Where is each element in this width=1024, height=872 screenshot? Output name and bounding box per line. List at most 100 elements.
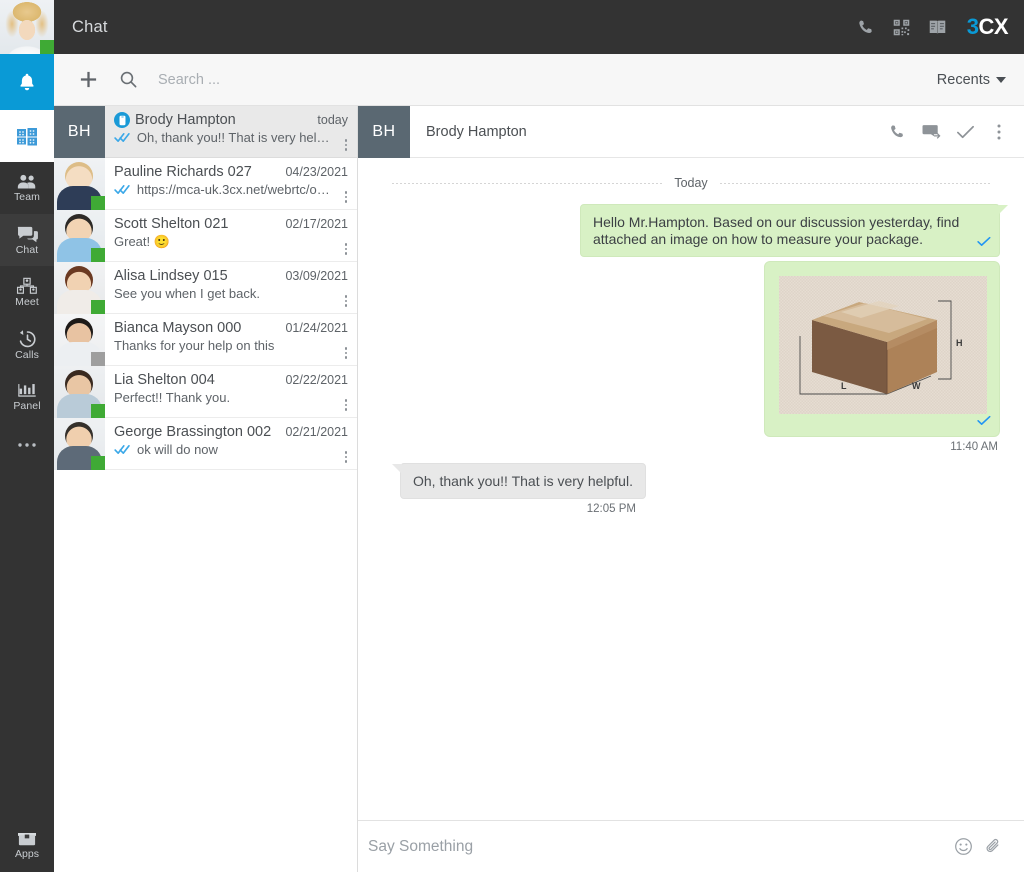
list-item-date: 02/17/2021 — [285, 217, 351, 231]
logo-prefix: 3 — [967, 14, 979, 40]
list-item[interactable]: Lia Shelton 004 02/22/2021 Perfect!! Tha… — [54, 366, 357, 418]
list-item-menu-button[interactable] — [339, 292, 353, 310]
conversation-actions — [882, 116, 1024, 148]
list-item-header: Scott Shelton 021 02/17/2021 — [114, 216, 351, 232]
presence-indicator — [91, 352, 105, 366]
avatar — [54, 210, 105, 262]
list-item[interactable]: George Brassington 002 02/21/2021 ok wil… — [54, 418, 357, 470]
message-image-bubble[interactable]: H L W — [764, 261, 1000, 437]
qr-glyph — [892, 18, 911, 37]
attach-icon[interactable] — [978, 832, 1008, 862]
list-item-menu-button[interactable] — [339, 396, 353, 414]
phone-icon[interactable] — [849, 10, 883, 44]
list-item[interactable]: Scott Shelton 021 02/17/2021 Great! 🙂 — [54, 210, 357, 262]
presence-indicator — [91, 196, 105, 210]
calls-icon — [17, 328, 38, 348]
list-item-preview: Oh, thank you!! That is very help... — [137, 130, 333, 145]
sidebar-item-calls[interactable]: Calls — [0, 318, 54, 370]
avatar — [54, 366, 105, 418]
list-item-menu-button[interactable] — [339, 240, 353, 258]
notifications-button[interactable] — [0, 54, 54, 110]
presence-indicator — [91, 300, 105, 314]
list-item-subtitle: Thanks for your help on this — [114, 338, 351, 353]
separator-line-right — [720, 183, 990, 184]
search-icon-button[interactable] — [108, 60, 148, 100]
message-row-outgoing: Hello Mr.Hampton. Based on our discussio… — [382, 204, 1000, 257]
message-thread[interactable]: Today Hello Mr.Hampton. Based on our dis… — [358, 158, 1024, 820]
presence-indicator — [91, 456, 105, 470]
list-item-menu-button[interactable] — [339, 136, 353, 154]
list-item-header: Alisa Lindsey 015 03/09/2021 — [114, 268, 351, 284]
list-item-menu-button[interactable] — [339, 344, 353, 362]
package-measurement-image: H L W — [779, 276, 987, 414]
phonebook-icon[interactable] — [921, 10, 955, 44]
list-item[interactable]: BH Brody Hampton today — [54, 106, 357, 158]
main-area: Chat — [54, 0, 1024, 872]
new-chat-button[interactable] — [68, 60, 108, 100]
resolve-check-icon[interactable] — [950, 116, 980, 148]
windows-button[interactable] — [0, 110, 54, 162]
emoji-icon[interactable] — [948, 832, 978, 862]
list-item-name: Bianca Mayson 000 — [114, 320, 280, 336]
sidebar-item-chat[interactable]: Chat — [0, 214, 54, 266]
list-item-content: Lia Shelton 004 02/22/2021 Perfect!! Tha… — [105, 366, 357, 417]
list-item[interactable]: Pauline Richards 027 04/23/2021 https://… — [54, 158, 357, 210]
avatar — [54, 262, 105, 314]
single-check-glyph — [977, 415, 991, 426]
sidebar-more-button[interactable] — [0, 422, 54, 468]
double-check-icon — [114, 444, 131, 455]
message-composer — [358, 820, 1024, 872]
sidebar-item-apps[interactable]: Apps — [0, 818, 54, 870]
sidebar-item-label: Panel — [13, 401, 40, 412]
smiley-glyph — [954, 837, 973, 856]
message-input[interactable] — [368, 838, 948, 856]
list-item-header: Pauline Richards 027 04/23/2021 — [114, 164, 351, 180]
panel-icon — [16, 381, 38, 399]
message-timestamp: 12:05 PM — [382, 503, 1000, 515]
list-item-date: 03/09/2021 — [285, 269, 351, 283]
sidebar-item-panel[interactable]: Panel — [0, 370, 54, 422]
list-item-menu-button[interactable] — [339, 448, 353, 466]
sidebar-item-label: Meet — [15, 297, 39, 308]
recents-filter-dropdown[interactable]: Recents — [937, 72, 1006, 88]
transfer-chat-glyph — [922, 123, 941, 141]
message-row-outgoing-image: H L W — [382, 261, 1000, 437]
recents-filter-label: Recents — [937, 72, 990, 88]
list-item-header: Brody Hampton today — [114, 112, 351, 128]
message-bubble[interactable]: Oh, thank you!! That is very helpful. — [400, 463, 646, 499]
list-item-menu-button[interactable] — [339, 188, 353, 206]
list-item-date: 01/24/2021 — [285, 321, 351, 335]
chat-toolbar: Recents — [54, 54, 1024, 106]
avatar: BH — [54, 106, 105, 158]
double-check-icon — [114, 184, 131, 195]
sidebar-item-team[interactable]: Team — [0, 162, 54, 214]
single-check-glyph — [977, 236, 991, 247]
list-item-subtitle: Oh, thank you!! That is very help... — [114, 130, 351, 145]
search-input[interactable] — [148, 72, 937, 88]
sidebar-item-label: Calls — [15, 350, 39, 361]
conversation-title: Brody Hampton — [410, 124, 882, 140]
list-item-content: Bianca Mayson 000 01/24/2021 Thanks for … — [105, 314, 357, 365]
delivered-check-icon — [977, 234, 991, 251]
avatar — [54, 158, 105, 210]
more-vertical-icon[interactable] — [984, 116, 1014, 148]
bell-icon — [16, 70, 38, 94]
sidebar-item-meet[interactable]: Meet — [0, 266, 54, 318]
transfer-chat-icon[interactable] — [916, 116, 946, 148]
logo-suffix: CX — [978, 14, 1008, 40]
list-item-preview: Great! 🙂 — [114, 234, 170, 250]
3cx-logo[interactable]: 3CX — [967, 14, 1008, 40]
avatar-initials: BH — [372, 123, 395, 141]
list-item-date: 02/22/2021 — [285, 373, 351, 387]
list-item-name: Brody Hampton — [135, 112, 312, 128]
user-avatar[interactable] — [0, 0, 54, 54]
mobile-device-icon — [114, 112, 130, 128]
qr-code-icon[interactable] — [885, 10, 919, 44]
conversation-list[interactable]: BH Brody Hampton today — [54, 106, 358, 872]
list-item[interactable]: Alisa Lindsey 015 03/09/2021 See you whe… — [54, 262, 357, 314]
call-icon[interactable] — [882, 116, 912, 148]
list-item-date: 02/21/2021 — [285, 425, 351, 439]
chat-application-window: Team Chat Meet — [0, 0, 1024, 872]
list-item[interactable]: Bianca Mayson 000 01/24/2021 Thanks for … — [54, 314, 357, 366]
message-bubble[interactable]: Hello Mr.Hampton. Based on our discussio… — [580, 204, 1000, 257]
